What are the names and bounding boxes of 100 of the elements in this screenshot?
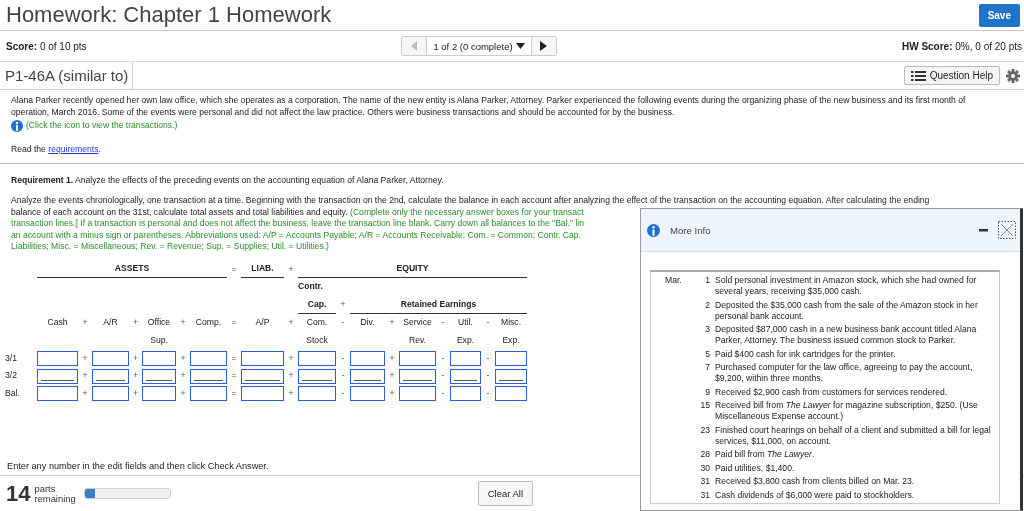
operator-sign: = <box>230 388 238 400</box>
next-button[interactable] <box>531 37 556 55</box>
answer-field[interactable] <box>142 386 176 402</box>
subgroup-heading: Contr. <box>298 281 323 293</box>
transactions-link[interactable]: (Click the icon to view the transactions.) <box>26 120 178 132</box>
answer-field[interactable] <box>298 386 336 402</box>
day-number: 23 <box>699 424 710 437</box>
close-icon[interactable] <box>998 221 1016 239</box>
save-button[interactable]: Save <box>978 3 1020 27</box>
column-heading: Comp. <box>194 317 223 329</box>
answer-field[interactable] <box>495 386 527 402</box>
column-heading: Office <box>146 317 172 329</box>
settings-icon[interactable] <box>1006 68 1020 83</box>
operator-sign: - <box>340 317 346 329</box>
operator-sign: = <box>230 263 238 276</box>
answer-field[interactable] <box>350 386 385 402</box>
column-heading: Div. <box>359 317 376 329</box>
info-icon[interactable] <box>647 223 660 237</box>
answer-field[interactable] <box>241 368 284 384</box>
answer-field[interactable] <box>92 350 129 366</box>
row-label: 3/1 <box>4 352 18 365</box>
operator-sign: + <box>132 317 139 329</box>
operator-sign: + <box>179 317 187 329</box>
read-requirements-text: Read the requirements. <box>10 143 102 156</box>
answer-field[interactable] <box>495 350 527 366</box>
operator-sign: - <box>485 388 491 400</box>
instruction-line: transaction lines.] If a transaction is personal and does not affect the business, leave the transaction line blank. Carry down all balances to the "Bal." lin <box>11 218 584 230</box>
column-heading: A/P <box>254 317 271 329</box>
answer-field[interactable] <box>298 350 336 366</box>
minimize-icon[interactable] <box>979 228 988 232</box>
column-heading: Sup. <box>149 334 169 347</box>
answer-field[interactable] <box>142 350 176 366</box>
operator-sign: - <box>485 317 491 329</box>
column-heading: Com. <box>305 317 329 329</box>
operator-sign: + <box>81 317 89 329</box>
question-help-button[interactable]: Question Help <box>903 66 1000 85</box>
answer-field[interactable] <box>37 350 78 366</box>
row-label: 3/2 <box>4 370 18 382</box>
answer-field[interactable] <box>190 368 227 384</box>
day-number: 1 <box>704 275 710 287</box>
answer-field[interactable] <box>241 350 284 366</box>
operator-sign: + <box>388 352 396 365</box>
parts-label: remaining <box>34 493 76 503</box>
parts-label: parts <box>34 484 56 494</box>
answer-field[interactable] <box>190 350 227 366</box>
transaction-text: Received $2,900 cash from customers for services rendered. <box>715 386 949 398</box>
day-number: 15 <box>699 400 710 412</box>
day-number: 7 <box>704 362 710 374</box>
answer-field[interactable] <box>350 368 385 384</box>
clear-all-button[interactable]: Clear All <box>477 481 534 506</box>
operator-sign: - <box>440 317 446 329</box>
answer-field[interactable] <box>92 386 129 402</box>
instruction-text: Enter any number in the edit fields and then click Check Answer. <box>7 460 269 471</box>
column-heading: Misc. <box>499 317 523 329</box>
subgroup-heading: Cap. <box>298 296 336 314</box>
operator-sign: + <box>287 317 295 329</box>
answer-field[interactable] <box>190 386 227 402</box>
day-number: 2 <box>704 299 710 312</box>
operator-sign: + <box>388 317 396 329</box>
transaction-text: Paid $400 cash for ink cartridges for the printer. <box>715 348 897 360</box>
answer-field[interactable] <box>241 386 284 402</box>
answer-field[interactable] <box>142 368 176 384</box>
operator-sign: - <box>440 370 446 382</box>
answer-field[interactable] <box>450 386 481 402</box>
column-heading: Exp. <box>501 334 521 347</box>
group-heading: EQUITY <box>298 260 527 279</box>
info-icon[interactable] <box>11 120 23 132</box>
day-number: 3 <box>704 324 710 336</box>
column-heading: Cash <box>46 317 69 329</box>
question-title: P1-46A (similar to) <box>5 62 134 89</box>
instruction-line: Analyze the events chronologically, one transaction at a time. Beginning with the transaction on the 2nd, calculate the balance in each account after analyzing the effect of the transaction on the accounting equation. After calculating the ending <box>11 195 930 207</box>
answer-field[interactable] <box>399 368 436 384</box>
instruction-line: balance of each account on the 31st, calculate total assets and total liabilities and equity. (Complete only the necessary answer boxes for your transact <box>11 206 584 218</box>
instruction-line: an account with a minus sign or parentheses. Abbreviations used: A/P = Accounts Payable; A/R = Accounts Receivable; Com. = Common; Contr. Cap. <box>11 229 581 241</box>
operator-sign: + <box>179 352 187 365</box>
answer-field[interactable] <box>298 368 336 384</box>
answer-field[interactable] <box>450 368 481 384</box>
month-label: Mar. <box>665 275 683 287</box>
operator-sign: + <box>132 352 139 365</box>
operator-sign: + <box>388 370 396 382</box>
answer-field[interactable] <box>92 368 129 384</box>
group-heading: ASSETS <box>37 260 227 279</box>
operator-sign: = <box>230 317 238 329</box>
answer-field[interactable] <box>495 368 527 384</box>
operator-sign: + <box>81 388 89 400</box>
transaction-text: Deposited $87,000 cash in a new business bank account titled Alana Parker, Attorney. The business issued common stock to Parker. <box>715 324 978 346</box>
operator-sign: + <box>287 352 295 365</box>
answer-field[interactable] <box>450 350 481 366</box>
answer-field[interactable] <box>37 368 78 384</box>
answer-field[interactable] <box>37 386 78 402</box>
operator-sign: = <box>230 352 238 365</box>
column-heading: Rev. <box>407 334 427 347</box>
operator-sign: + <box>81 370 89 382</box>
operator-sign: - <box>485 370 491 382</box>
answer-field[interactable] <box>399 386 436 402</box>
answer-field[interactable] <box>399 350 436 366</box>
operator-sign: + <box>388 388 396 400</box>
answer-field[interactable] <box>350 350 385 366</box>
list-icon <box>910 70 926 81</box>
column-heading: Exp. <box>455 334 476 347</box>
